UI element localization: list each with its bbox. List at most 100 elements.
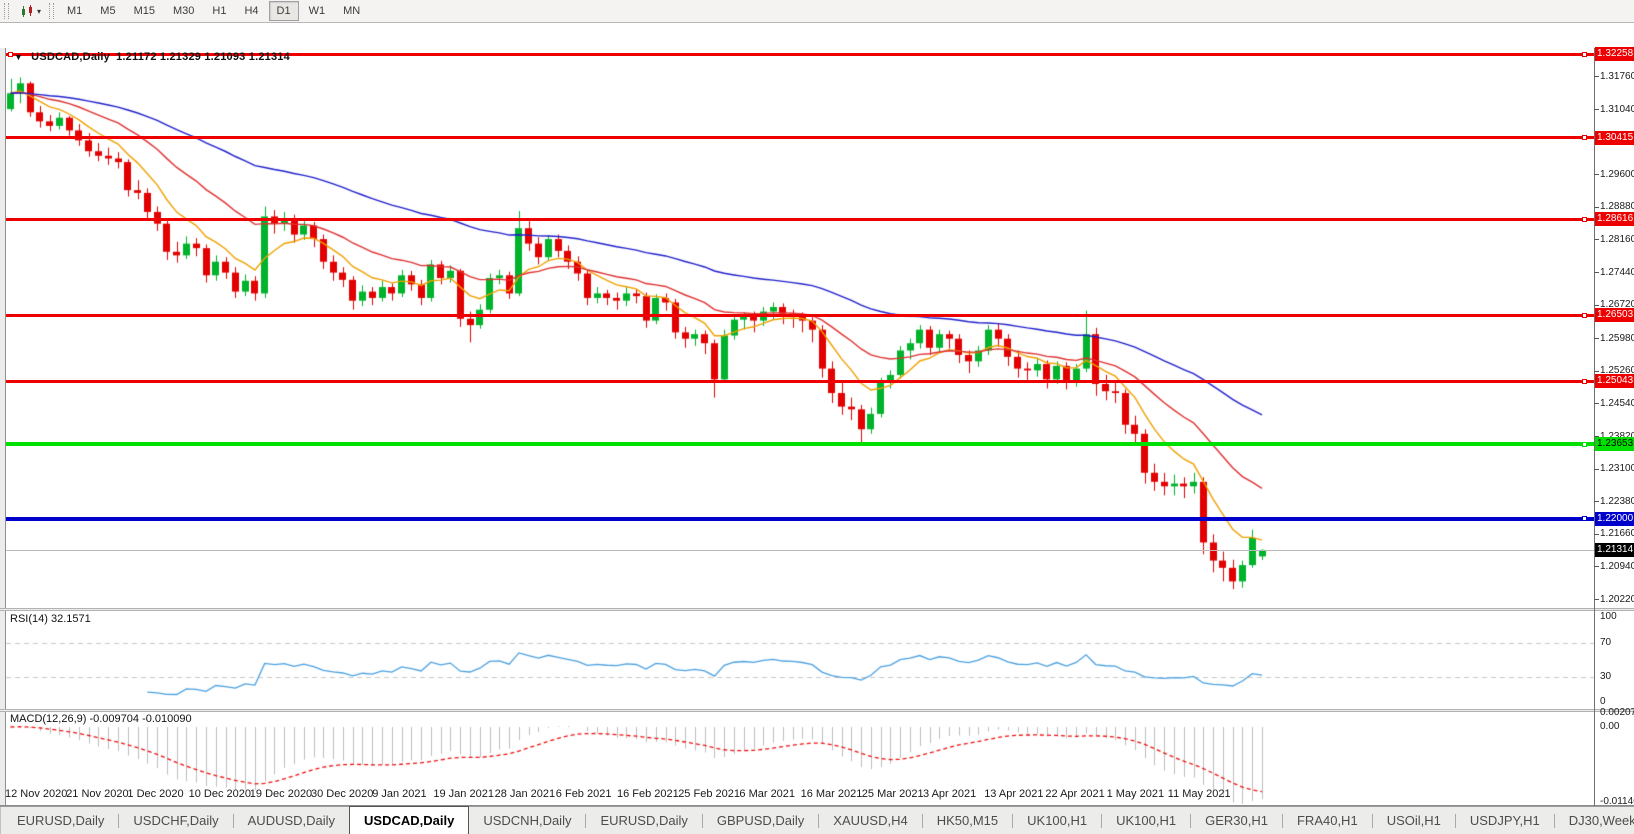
timeframe-buttons: M1 M5 M15 M30 H1 H4 D1 W1 MN [58,1,369,21]
axis-tick [1594,599,1599,601]
chart-type-button[interactable]: ▾ [17,3,45,20]
price-tick-label: 1.20940 [1600,560,1634,572]
timeframe-button-mn[interactable]: MN [335,1,368,21]
axis-tick [1594,370,1599,372]
top-toolbar: ▾ M1 M5 M15 M30 H1 H4 D1 W1 MN [0,0,1634,23]
chart-tab-hk50-m15[interactable]: HK50,M15 [923,807,1012,834]
price-tick-label: 1.21660 [1600,528,1634,540]
symbol-dropdown-icon[interactable]: ▼ [14,52,23,62]
axis-tick [1594,468,1599,470]
toolbar-grip[interactable] [49,3,55,19]
chart-tab-eurusd-daily[interactable]: EURUSD,Daily [3,807,118,834]
support-line-blue[interactable] [6,516,1594,521]
price-tick-label: 1.29600 [1600,168,1634,180]
resistance-line[interactable] [6,217,1594,221]
date-tick-label: 11 May 2021 [1167,788,1231,800]
chart-title: ▼ USDCAD,Daily 1.21172 1.21329 1.21093 1… [14,51,290,63]
axis-tick [1594,304,1599,306]
level-price-chip: 1.32258 [1595,47,1634,62]
chart-tab-fra40-h1[interactable]: FRA40,H1 [1283,807,1372,834]
current-price-chip: 1.21314 [1595,542,1634,557]
chart-tab-uk100-h1[interactable]: UK100,H1 [1102,807,1190,834]
chart-tab-xauusd-h4[interactable]: XAUUSD,H4 [819,807,921,834]
price-tick-label: 1.25980 [1600,332,1634,344]
chart-tab-ger30-h1[interactable]: GER30,H1 [1191,807,1282,834]
resistance-line[interactable] [6,313,1594,317]
line-handle[interactable] [1582,312,1587,318]
resistance-line[interactable] [6,379,1594,383]
date-tick-label: 22 Apr 2021 [1045,788,1105,800]
timeframe-button-m30[interactable]: M30 [165,1,202,21]
price-tick-label: 1.27440 [1600,266,1634,278]
chart-tab-usdcad-daily[interactable]: USDCAD,Daily [349,806,470,834]
price-tick-label: 1.31040 [1600,103,1634,115]
rsi-indicator-label: RSI(14) 32.1571 [10,613,91,625]
chart-tab-usdcnh-daily[interactable]: USDCNH,Daily [469,807,585,834]
date-tick-label: 28 Jan 2021 [494,788,556,800]
macd-tick-label: 0.00 [1600,721,1620,732]
timeframe-button-m15[interactable]: M15 [126,1,163,21]
resistance-line[interactable] [6,136,1594,140]
pane-separator[interactable] [0,709,1634,712]
chart-tab-eurusd-daily[interactable]: EURUSD,Daily [586,807,701,834]
date-tick-label: 1 May 2021 [1106,788,1165,800]
chart-tab-gbpusd-daily[interactable]: GBPUSD,Daily [703,807,818,834]
pane-separator[interactable] [0,608,1634,611]
timeframe-button-m5[interactable]: M5 [92,1,123,21]
timeframe-button-m1[interactable]: M1 [59,1,90,21]
date-tick-label: 19 Dec 2020 [249,788,313,800]
chart-tab-audusd-daily[interactable]: AUDUSD,Daily [234,807,349,834]
date-tick-label: 13 Apr 2021 [984,788,1044,800]
timeframe-button-h1[interactable]: H1 [204,1,234,21]
chart-tab-uk100-h1[interactable]: UK100,H1 [1013,807,1101,834]
axis-tick [1594,206,1599,208]
line-handle[interactable] [8,51,13,57]
price-tick-label: 1.23100 [1600,463,1634,475]
chart-symbol: USDCAD,Daily [31,51,110,63]
timeframe-button-d1[interactable]: D1 [268,1,299,21]
chevron-down-icon: ▾ [37,6,42,16]
line-handle[interactable] [1582,516,1587,522]
rsi-tick-label: 0 [1600,696,1606,707]
level-price-chip: 1.28616 [1595,212,1634,227]
chart-tab-usdjpy-h1[interactable]: USDJPY,H1 [1456,807,1554,834]
axis-tick [1594,533,1599,535]
chart-tab-usoil-h1[interactable]: USOil,H1 [1373,807,1455,834]
line-handle[interactable] [1582,216,1587,222]
date-tick-label: 25 Feb 2021 [678,788,740,800]
axis-border [1594,48,1595,806]
support-line-green[interactable] [6,442,1594,447]
level-price-chip: 1.26503 [1595,308,1634,323]
macd-indicator-label: MACD(12,26,9) -0.009704 -0.010090 [10,713,192,725]
tabbar-grip [0,807,1,834]
timeframe-button-h4[interactable]: H4 [236,1,266,21]
date-tick-label: 6 Mar 2021 [739,788,796,800]
date-tick-label: 3 Apr 2021 [923,788,977,800]
date-tick-label: 16 Feb 2021 [617,788,679,800]
price-chart-canvas[interactable] [6,48,1594,810]
price-tick-label: 1.22380 [1600,495,1634,507]
date-tick-label: 9 Jan 2021 [372,788,427,800]
price-tick-label: 1.28160 [1600,233,1634,245]
toolbar-grip[interactable] [4,3,9,19]
axis-tick [1594,272,1599,274]
date-tick-label: 19 Jan 2021 [433,788,494,800]
line-handle[interactable] [1582,378,1587,384]
axis-tick [1594,566,1599,568]
axis-tick [1594,338,1599,340]
timeframe-button-w1[interactable]: W1 [301,1,334,21]
chart-tab-dj30-weekly[interactable]: DJ30,Weekly [1555,807,1634,834]
line-handle[interactable] [1582,135,1587,141]
candlestick-chart-icon [22,4,32,17]
axis-tick [1594,403,1599,405]
chart-tab-usdchf-daily[interactable]: USDCHF,Daily [119,807,232,834]
line-handle[interactable] [1582,51,1587,57]
bid-price-line [6,549,1594,551]
axis-tick [1594,109,1599,111]
date-tick-label: 10 Dec 2020 [188,788,251,800]
level-price-chip: 1.22000 [1595,511,1634,526]
date-axis: 12 Nov 2020 21 Nov 2020 1 Dec 2020 10 Dec 2… [0,783,1634,806]
macd-tick-label: -0.01146 [1600,795,1634,807]
line-handle[interactable] [1582,441,1587,447]
price-tick-label: 1.28880 [1600,201,1634,213]
